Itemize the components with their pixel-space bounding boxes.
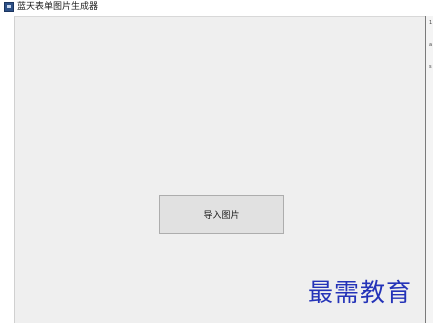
app-icon bbox=[4, 2, 14, 12]
right-panel-mark: 1 bbox=[429, 20, 433, 26]
right-side-panel: 1 a s bbox=[425, 16, 433, 323]
main-canvas: 导入图片 bbox=[14, 16, 425, 323]
title-bar: 蓝天表单图片生成器 bbox=[0, 0, 433, 15]
right-panel-mark: a bbox=[429, 42, 433, 48]
import-image-button[interactable]: 导入图片 bbox=[159, 195, 284, 234]
right-panel-mark: s bbox=[429, 64, 432, 70]
app-window: 蓝天表单图片生成器 导入图片 1 a s 最需教育 bbox=[0, 0, 433, 323]
window-title: 蓝天表单图片生成器 bbox=[17, 2, 99, 12]
watermark-text: 最需教育 bbox=[308, 278, 413, 307]
